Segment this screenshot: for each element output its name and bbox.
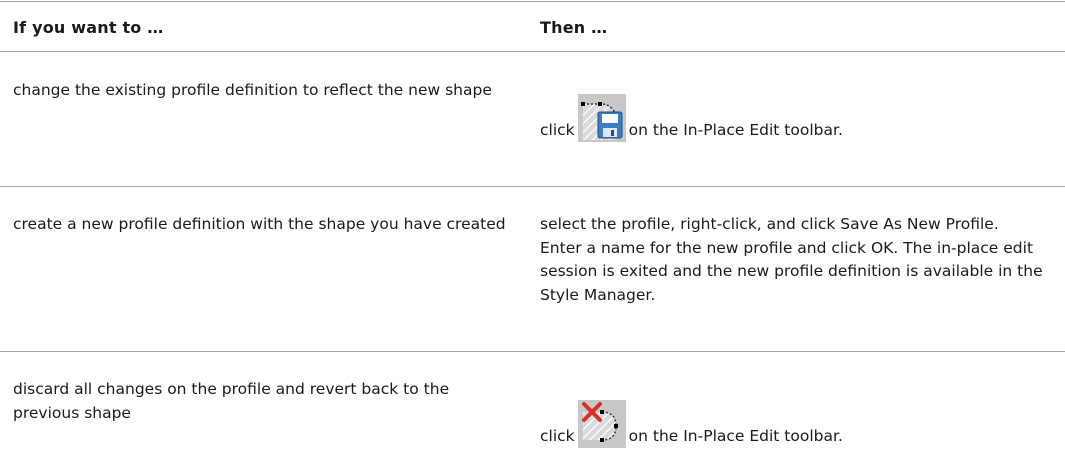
header-if-you-want: If you want to … [13, 18, 164, 37]
row-1-rule [0, 186, 1065, 187]
row-2-then: select the profile, right-click, and cli… [540, 215, 1043, 304]
row-2-want: create a new profile definition with the… [13, 215, 506, 233]
save-profile-icon[interactable] [577, 94, 626, 142]
header-then: Then … [540, 18, 608, 37]
row-1-then-suffix: on the In-Place Edit toolbar. [628, 120, 843, 139]
row-3-want: discard all changes on the profile and r… [13, 380, 450, 422]
discard-changes-icon[interactable] [577, 400, 626, 448]
row-3-then-suffix: on the In-Place Edit toolbar. [628, 426, 843, 445]
header-rule [0, 51, 1065, 52]
table-top-rule [0, 1, 1065, 2]
row-2-rule [0, 351, 1065, 352]
row-1-then-prefix: click [540, 120, 575, 139]
row-1-want: change the existing profile definition t… [13, 81, 492, 99]
row-3-then-prefix: click [540, 426, 575, 445]
row-1-then: click on the In-Place Edit toolbar. [540, 92, 843, 142]
row-3-then: click on the In-Place Edit toolbar. [540, 398, 843, 448]
